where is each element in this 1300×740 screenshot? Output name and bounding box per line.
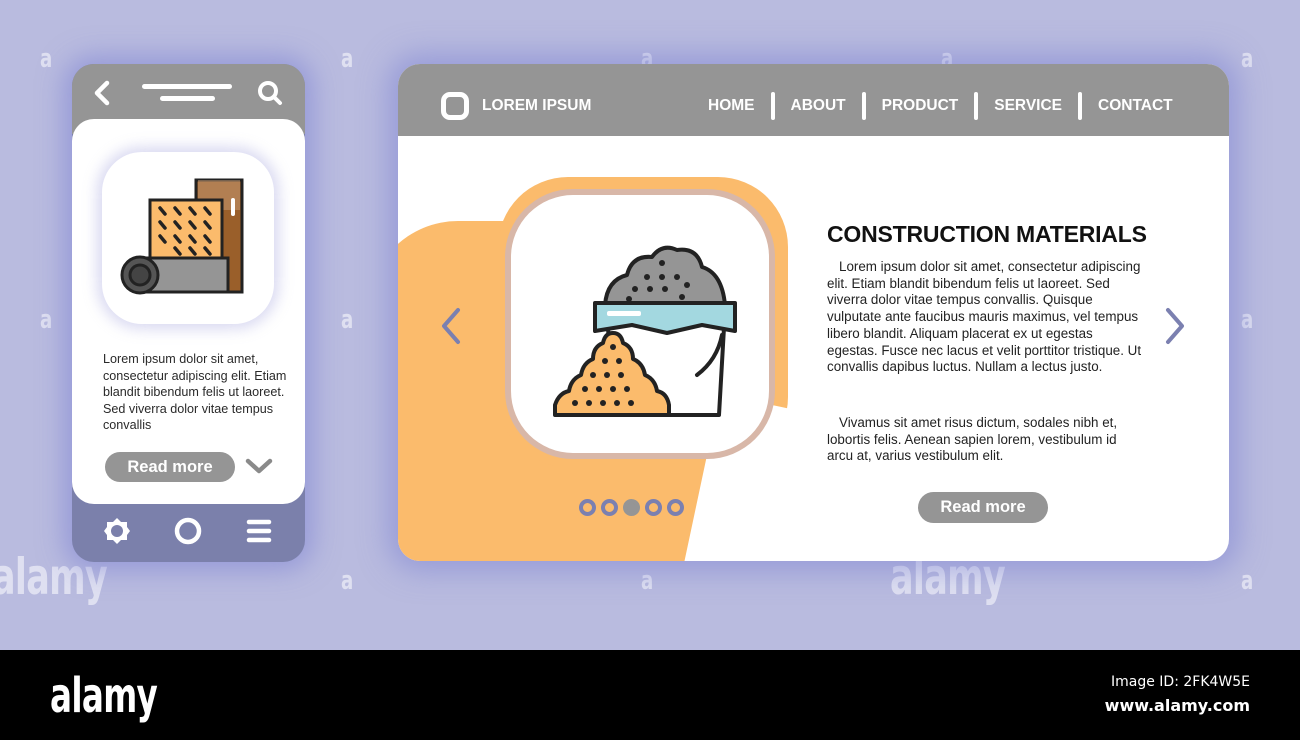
- chevron-left-icon[interactable]: [438, 306, 464, 346]
- mobile-content-card: Lorem ipsum dolor sit amet, consectetur …: [72, 119, 305, 504]
- image-id-label: Image ID: 2FK4W5E: [1110, 674, 1250, 690]
- watermark-mark: a: [341, 305, 354, 335]
- watermark-mark: a: [641, 566, 654, 596]
- hamburger-menu-icon[interactable]: [246, 517, 272, 545]
- mobile-mockup: Lorem ipsum dolor sit amet, consectetur …: [72, 64, 305, 562]
- carousel-dot[interactable]: [667, 499, 684, 516]
- search-icon[interactable]: [257, 80, 283, 106]
- watermark-mark: a: [40, 44, 53, 74]
- chevron-right-icon[interactable]: [1162, 306, 1188, 346]
- chevron-left-icon[interactable]: [92, 80, 114, 106]
- building-materials-rolls-icon: [120, 178, 244, 295]
- stock-footer: alamy Image ID: 2FK4W5E www.alamy.com: [0, 650, 1300, 740]
- page-title: CONSTRUCTION MATERIALS: [827, 221, 1147, 247]
- watermark-mark: a: [40, 305, 53, 335]
- nav-divider: [770, 92, 775, 120]
- body-paragraph: Lorem ipsum dolor sit amet, consectetur …: [827, 259, 1142, 375]
- carousel-dot[interactable]: [645, 499, 662, 516]
- read-more-button[interactable]: Read more: [918, 492, 1048, 523]
- desktop-mockup: LOREM IPSUM HOME ABOUT PRODUCT SERVICE C…: [398, 64, 1229, 561]
- watermark-mark: a: [1241, 44, 1254, 74]
- nav-divider: [861, 92, 866, 120]
- circle-home-icon[interactable]: [173, 516, 203, 546]
- cement-bucket-sand-icon: [553, 245, 737, 417]
- body-paragraph: Vivamus sit amet risus dictum, sodales n…: [827, 415, 1118, 464]
- mobile-illustration-box: [102, 152, 274, 324]
- nav-divider: [1078, 92, 1083, 120]
- nav-contact[interactable]: CONTACT: [1088, 97, 1183, 115]
- mobile-body-text: Lorem ipsum dolor sit amet, consectetur …: [103, 352, 287, 432]
- carousel-dot[interactable]: [601, 499, 618, 516]
- watermark-mark: a: [1241, 566, 1254, 596]
- site-header: LOREM IPSUM HOME ABOUT PRODUCT SERVICE C…: [398, 64, 1229, 136]
- brand-name[interactable]: LOREM IPSUM: [482, 97, 591, 115]
- main-nav: HOME ABOUT PRODUCT SERVICE CONTACT: [698, 91, 1183, 121]
- nav-about[interactable]: ABOUT: [781, 97, 856, 115]
- footer-logo: alamy: [50, 668, 158, 724]
- nav-product[interactable]: PRODUCT: [872, 97, 969, 115]
- nav-home[interactable]: HOME: [698, 97, 765, 115]
- mobile-read-more-button[interactable]: Read more: [105, 452, 235, 482]
- nav-divider: [974, 92, 979, 120]
- watermark-mark: a: [1241, 305, 1254, 335]
- carousel-pagination: [579, 499, 684, 516]
- mobile-bottom-nav: [72, 509, 305, 555]
- carousel-dot-active[interactable]: [623, 499, 640, 516]
- gear-icon[interactable]: [102, 516, 132, 546]
- chevron-down-icon[interactable]: [244, 457, 274, 477]
- footer-url[interactable]: www.alamy.com: [1105, 696, 1250, 715]
- carousel-dot[interactable]: [579, 499, 596, 516]
- hero-illustration-box: [511, 195, 769, 453]
- watermark-mark: a: [341, 566, 354, 596]
- watermark-mark: a: [341, 44, 354, 74]
- rounded-square-logo-icon[interactable]: [441, 92, 469, 120]
- title-placeholder-bars: [142, 84, 232, 101]
- nav-service[interactable]: SERVICE: [984, 97, 1072, 115]
